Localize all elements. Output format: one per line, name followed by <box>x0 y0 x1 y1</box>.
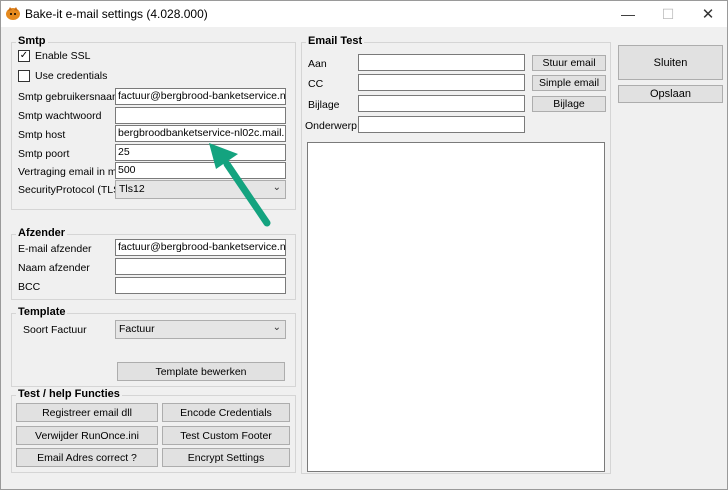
settings-window: Bake-it e-mail settings (4.028.000) — ☐ … <box>0 0 728 490</box>
annotation-arrow-icon <box>209 143 271 227</box>
